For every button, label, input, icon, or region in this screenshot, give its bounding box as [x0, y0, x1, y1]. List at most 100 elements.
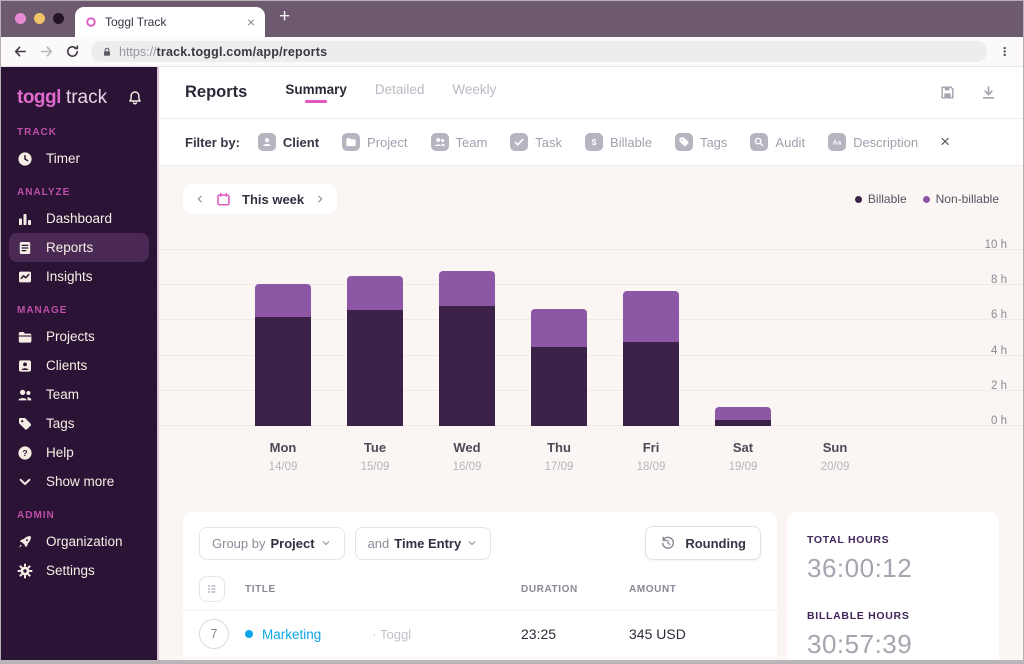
sidebar-item-label: Organization [46, 534, 123, 549]
sidebar-item-label: Clients [46, 358, 87, 373]
bar-segment-non-billable [347, 276, 403, 310]
filter-chip-audit[interactable]: Audit [750, 133, 805, 151]
sidebar-item-organization[interactable]: Organization [9, 527, 149, 556]
sidebar-item-tags[interactable]: Tags [9, 409, 149, 438]
client-name: · Toggl [372, 627, 411, 642]
y-axis-label: 0 h [991, 415, 1007, 427]
sidebar-item-label: Settings [46, 563, 95, 578]
sidebar-item-help[interactable]: ?Help [9, 438, 149, 467]
bar-wed[interactable] [439, 271, 495, 426]
tag-badge-icon [675, 133, 693, 151]
magnifier-icon [750, 133, 768, 151]
sidebar-item-timer[interactable]: Timer [9, 144, 149, 173]
window-bottom-frame [1, 660, 1023, 663]
sidebar-item-label: Dashboard [46, 211, 112, 226]
logo[interactable]: toggl track [1, 79, 157, 113]
bar-slot-wed [421, 250, 513, 426]
url-text: https://track.toggl.com/app/reports [119, 45, 327, 59]
window-minimize-button[interactable] [34, 13, 45, 24]
filter-chip-task[interactable]: Task [510, 133, 562, 151]
bar-segment-billable [439, 306, 495, 426]
filter-chip-label: Tags [700, 135, 727, 150]
project-color-dot [245, 630, 253, 638]
project-link[interactable]: Marketing [262, 627, 321, 642]
hours-bar-chart: 0 h2 h4 h6 h8 h10 h Mon14/09Tue15/09Wed1… [159, 250, 1023, 490]
filter-chip-client[interactable]: Client [258, 133, 319, 151]
reload-icon[interactable] [65, 44, 80, 59]
filter-chip-billable[interactable]: $Billable [585, 133, 652, 151]
header-actions [939, 84, 997, 101]
sidebar-item-label: Timer [46, 151, 80, 166]
notifications-bell-icon[interactable] [127, 90, 143, 106]
table-rows: 7Marketing· Toggl23:25345 USD [183, 610, 777, 657]
sidebar-item-team[interactable]: Team [9, 380, 149, 409]
previous-week-icon[interactable] [195, 194, 205, 204]
next-week-icon[interactable] [315, 194, 325, 204]
sidebar-item-reports[interactable]: Reports [9, 233, 149, 262]
back-icon[interactable] [13, 44, 28, 59]
report-body: This week BillableNon-billable 0 h2 h4 h… [159, 166, 1023, 664]
chart-x-axis: Mon14/09Tue15/09Wed16/09Thu17/09Fri18/09… [237, 440, 881, 473]
bar-tue[interactable] [347, 276, 403, 426]
download-icon[interactable] [980, 84, 997, 101]
tab-detailed[interactable]: Detailed [375, 82, 425, 103]
filter-chip-description[interactable]: AaDescription [828, 133, 918, 151]
chart-legend: BillableNon-billable [855, 192, 999, 206]
chart-plot-area: 0 h2 h4 h6 h8 h10 h [159, 250, 1023, 426]
bar-slot-sun [789, 250, 881, 426]
sidebar-item-projects[interactable]: Projects [9, 322, 149, 351]
legend-non-billable: Non-billable [923, 192, 999, 206]
bar-slot-thu [513, 250, 605, 426]
table-row[interactable]: 7Marketing· Toggl23:25345 USD [183, 610, 777, 657]
x-axis-label-fri: Fri18/09 [605, 440, 697, 473]
tab-summary[interactable]: Summary [285, 82, 347, 103]
bar-thu[interactable] [531, 309, 587, 426]
rounding-button[interactable]: Rounding [645, 526, 761, 560]
save-report-icon[interactable] [939, 84, 956, 101]
window-close-button[interactable] [15, 13, 26, 24]
subgroup-dropdown[interactable]: and Time Entry [355, 527, 492, 560]
tab-weekly[interactable]: Weekly [452, 82, 496, 103]
bar-segment-billable [347, 310, 403, 426]
tab-close-icon[interactable]: × [247, 15, 255, 29]
rounding-clock-icon [660, 535, 676, 551]
svg-text:?: ? [22, 448, 27, 458]
sidebar: toggl track TRACKTimerANALYZEDashboardRe… [1, 67, 159, 664]
filter-chip-project[interactable]: Project [342, 133, 407, 151]
window-controls [15, 13, 64, 24]
lock-icon [101, 46, 113, 58]
column-amount: AMOUNT [629, 584, 761, 595]
browser-toolbar: https://track.toggl.com/app/reports [1, 37, 1023, 67]
sidebar-item-label: Insights [46, 269, 93, 284]
sidebar-item-settings[interactable]: Settings [9, 556, 149, 585]
filter-chip-team[interactable]: Team [431, 133, 488, 151]
clear-filters-icon[interactable]: × [940, 132, 950, 152]
date-range-picker[interactable]: This week [183, 184, 337, 214]
list-view-icon[interactable] [199, 576, 225, 602]
page-title: Reports [185, 83, 247, 102]
window-maximize-button[interactable] [53, 13, 64, 24]
bar-fri[interactable] [623, 291, 679, 426]
forward-icon[interactable] [39, 44, 54, 59]
group-by-dropdown[interactable]: Group by Project [199, 527, 345, 560]
filter-chip-label: Billable [610, 135, 652, 150]
total-hours-label: TOTAL HOURS [807, 534, 979, 546]
bar-mon[interactable] [255, 284, 311, 426]
url-bar[interactable]: https://track.toggl.com/app/reports [91, 41, 987, 62]
browser-menu-icon[interactable] [998, 45, 1011, 58]
sidebar-item-show-more[interactable]: Show more [9, 467, 149, 496]
new-tab-button[interactable]: + [279, 6, 290, 28]
sidebar-section-track: TRACK [1, 113, 157, 144]
logo-toggl: toggl [17, 87, 61, 109]
bar-sat[interactable] [715, 407, 771, 426]
sidebar-section-admin: ADMIN [1, 496, 157, 527]
browser-tab[interactable]: Toggl Track × [75, 7, 265, 37]
x-axis-label-sat: Sat19/09 [697, 440, 789, 473]
filter-chip-tags[interactable]: Tags [675, 133, 727, 151]
legend-dot [855, 196, 862, 203]
sidebar-item-clients[interactable]: Clients [9, 351, 149, 380]
sidebar-item-dashboard[interactable]: Dashboard [9, 204, 149, 233]
sidebar-item-insights[interactable]: Insights [9, 262, 149, 291]
amount-cell: 345 USD [629, 626, 761, 642]
y-axis-label: 2 h [991, 380, 1007, 392]
